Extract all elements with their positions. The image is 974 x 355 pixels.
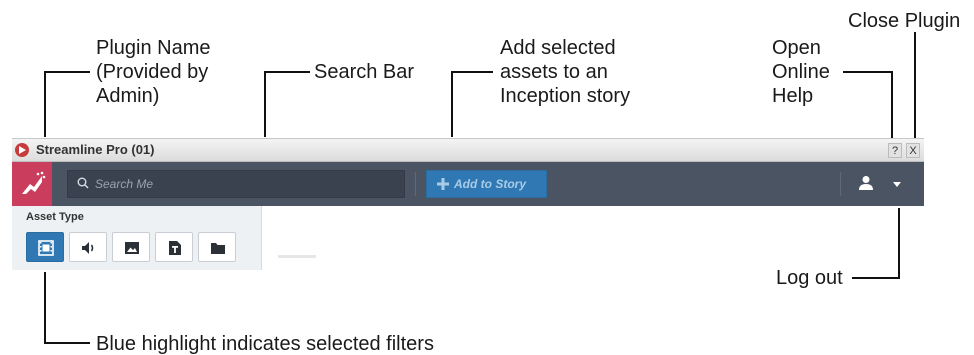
leader-line bbox=[451, 71, 453, 137]
brand-logo-icon bbox=[22, 171, 46, 194]
leader-line bbox=[891, 71, 893, 139]
leader-line bbox=[914, 32, 916, 139]
brand-logo-icon bbox=[12, 162, 52, 206]
folder-icon bbox=[211, 243, 225, 254]
leader-line bbox=[898, 208, 900, 279]
annotation-line: Plugin Name bbox=[96, 37, 211, 59]
toolbar-divider bbox=[840, 172, 841, 196]
search-icon bbox=[77, 177, 89, 189]
leader-line bbox=[451, 71, 493, 73]
filter-audio-button[interactable] bbox=[69, 232, 107, 262]
asset-type-filters bbox=[26, 232, 236, 262]
asset-type-panel: Asset Type bbox=[12, 206, 262, 270]
leader-line bbox=[44, 272, 46, 344]
annotation-plugin-name: Plugin Name (Provided by Admin) bbox=[96, 36, 211, 108]
plugin-toolbar: Search Me Add to Story bbox=[12, 162, 924, 206]
leader-line bbox=[44, 71, 90, 73]
plus-icon bbox=[437, 178, 449, 190]
filter-text-document-button[interactable] bbox=[155, 232, 193, 262]
search-placeholder: Search Me bbox=[95, 177, 154, 191]
annotation-search-bar: Search Bar bbox=[314, 61, 415, 83]
toolbar-divider bbox=[415, 172, 416, 196]
annotation-line: Open bbox=[772, 37, 821, 59]
annotation-line: Help bbox=[772, 85, 814, 107]
video-icon bbox=[38, 240, 54, 256]
search-input[interactable]: Search Me bbox=[67, 170, 405, 198]
filter-video-button[interactable] bbox=[26, 232, 64, 262]
leader-line bbox=[44, 71, 46, 137]
plugin-name: Streamline Pro (01) bbox=[36, 142, 155, 157]
leader-line bbox=[843, 71, 893, 73]
online-help-button[interactable]: ? bbox=[888, 143, 902, 158]
image-icon bbox=[125, 242, 139, 254]
resize-handle bbox=[278, 255, 316, 258]
add-to-story-label: Add to Story bbox=[454, 177, 526, 191]
annotation-line: (Provided by bbox=[96, 61, 209, 83]
leader-line bbox=[44, 342, 90, 344]
annotation-line: assets to an bbox=[500, 61, 608, 83]
asset-type-heading: Asset Type bbox=[26, 211, 84, 223]
annotation-add-to-story: Add selected assets to an Inception stor… bbox=[500, 36, 630, 108]
annotation-close-plugin: Close Plugin bbox=[848, 10, 961, 32]
leader-line bbox=[264, 71, 266, 137]
leader-line bbox=[852, 277, 900, 279]
leader-line bbox=[264, 71, 310, 73]
annotation-line: Online bbox=[772, 61, 830, 83]
annotation-line: Admin) bbox=[96, 85, 160, 107]
close-plugin-button[interactable]: X bbox=[906, 143, 920, 158]
annotation-line: Inception story bbox=[500, 85, 631, 107]
filter-folder-button[interactable] bbox=[198, 232, 236, 262]
log-out-menu-caret-down-icon[interactable] bbox=[893, 182, 901, 187]
audio-icon bbox=[82, 242, 94, 254]
plugin-title-bar: Streamline Pro (01) ? X bbox=[12, 138, 924, 162]
annotation-online-help: Open Online Help bbox=[772, 36, 830, 108]
user-icon[interactable] bbox=[858, 175, 874, 191]
filter-image-button[interactable] bbox=[112, 232, 150, 262]
annotation-line: Add selected bbox=[500, 37, 616, 59]
annotation-blue-highlight: Blue highlight indicates selected filter… bbox=[96, 333, 434, 355]
annotation-log-out: Log out bbox=[776, 267, 843, 289]
app-logo-icon bbox=[15, 143, 29, 157]
text-document-icon bbox=[169, 241, 181, 255]
add-to-story-button[interactable]: Add to Story bbox=[426, 170, 547, 198]
